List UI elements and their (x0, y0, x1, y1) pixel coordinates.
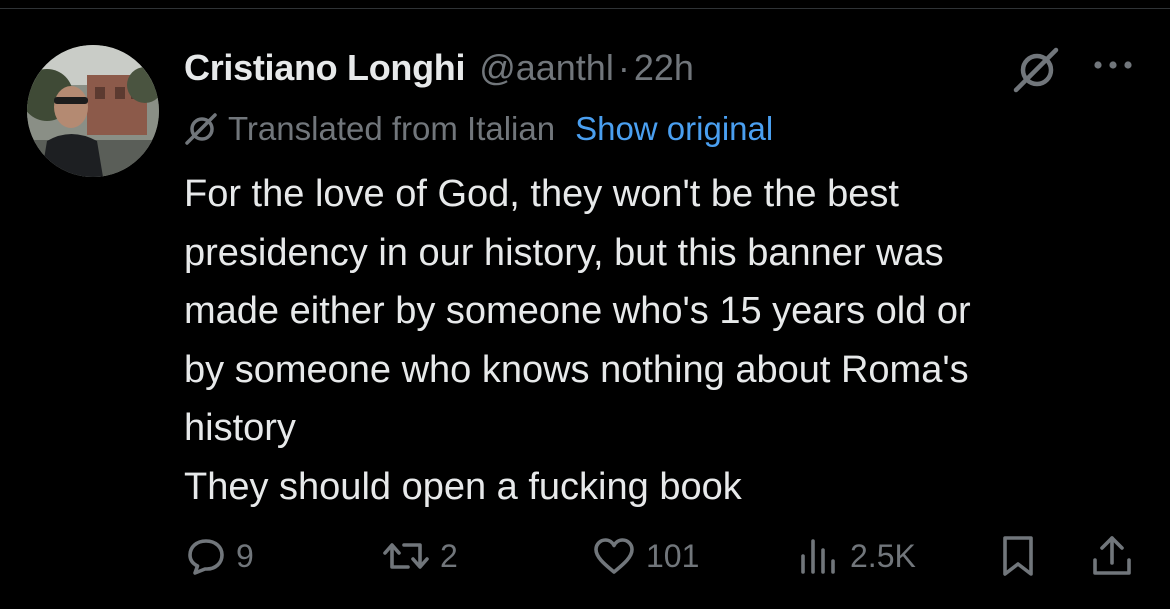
views-icon (801, 539, 835, 574)
views-count: 2.5K (850, 537, 916, 574)
share-button[interactable] (1090, 532, 1134, 580)
reply-button[interactable]: 9 (186, 532, 254, 580)
reply-icon (188, 539, 224, 575)
translation-note: Translated from Italian Show original (184, 108, 773, 150)
translated-from-label: Translated from Italian (228, 110, 556, 147)
heart-icon (594, 538, 634, 574)
grok-icon[interactable] (1013, 47, 1059, 93)
post-time[interactable]: 22h (634, 47, 694, 89)
more-icon[interactable] (1090, 52, 1136, 78)
repost-button[interactable]: 2 (382, 532, 458, 580)
like-button[interactable]: 101 (592, 532, 699, 580)
repost-count: 2 (440, 537, 458, 574)
views-button[interactable]: 2.5K (796, 532, 916, 580)
post-header: Cristiano Longhi @aanthl · 22h (184, 44, 694, 92)
separator-dot: · (617, 47, 630, 88)
avatar[interactable] (27, 45, 159, 177)
bookmark-icon (1003, 536, 1033, 576)
share-icon (1093, 536, 1131, 575)
reply-count: 9 (236, 537, 254, 574)
like-count: 101 (646, 537, 700, 574)
user-handle[interactable]: @aanthl (479, 47, 614, 89)
avatar-photo (27, 45, 159, 177)
action-bar: 9 2 101 2.5K (0, 532, 1170, 580)
top-divider (0, 8, 1170, 9)
display-name[interactable]: Cristiano Longhi (184, 47, 465, 89)
translate-icon (185, 113, 217, 145)
tweet-text: For the love of God, they won't be the b… (184, 173, 971, 508)
bookmark-button[interactable] (998, 532, 1038, 580)
repost-icon (383, 543, 429, 569)
show-original-link[interactable]: Show original (575, 110, 773, 148)
